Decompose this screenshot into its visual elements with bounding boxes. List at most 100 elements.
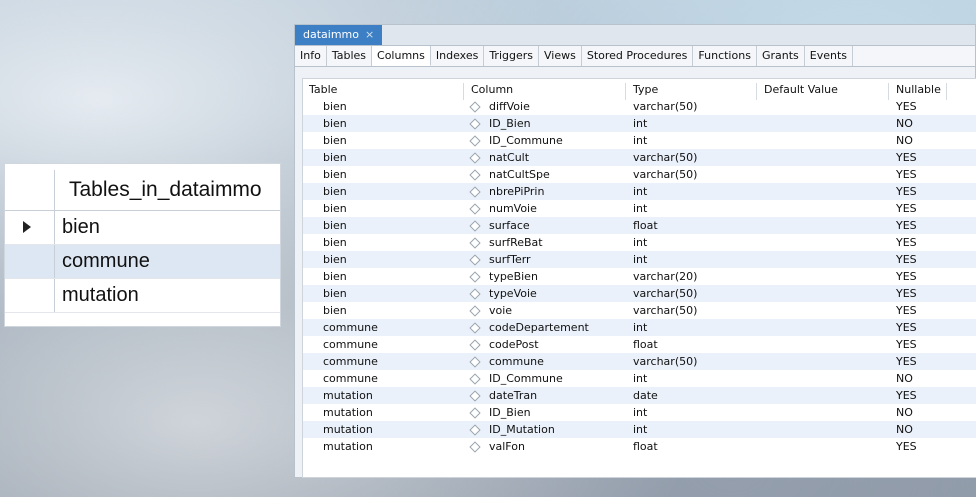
cell-table[interactable]: bien xyxy=(323,268,347,285)
table-row[interactable]: bien typeBien varchar(20) YES xyxy=(303,268,976,285)
cell-table[interactable]: bien xyxy=(323,285,347,302)
table-row[interactable]: bien surface float YES xyxy=(303,217,976,234)
tab-indexes[interactable]: Indexes xyxy=(430,46,485,66)
table-row[interactable]: mutation ID_Bien int NO xyxy=(303,404,976,421)
table-row[interactable]: commune codePost float YES xyxy=(303,336,976,353)
cell-type[interactable]: float xyxy=(633,336,658,353)
cell-column[interactable]: nbrePiPrin xyxy=(489,183,544,200)
cell-nullable[interactable]: YES xyxy=(896,251,917,268)
cell-table[interactable]: bien xyxy=(323,200,347,217)
table-row[interactable]: bien surfReBat int YES xyxy=(303,234,976,251)
table-row[interactable]: bien xyxy=(5,211,280,245)
table-cell[interactable]: bien xyxy=(62,211,100,244)
cell-column[interactable]: valFon xyxy=(489,438,525,455)
tab-columns[interactable]: Columns xyxy=(372,46,431,66)
document-tab-dataimmo[interactable]: dataimmo × xyxy=(295,25,383,45)
cell-nullable[interactable]: YES xyxy=(896,438,917,455)
cell-table[interactable]: bien xyxy=(323,234,347,251)
table-row[interactable]: bien diffVoie varchar(50) YES xyxy=(303,98,976,115)
table-row[interactable]: bien surfTerr int YES xyxy=(303,251,976,268)
table-row[interactable]: bien numVoie int YES xyxy=(303,200,976,217)
cell-nullable[interactable]: NO xyxy=(896,421,913,438)
table-row[interactable]: commune codeDepartement int YES xyxy=(303,319,976,336)
cell-nullable[interactable]: YES xyxy=(896,302,917,319)
table-row[interactable]: mutation valFon float YES xyxy=(303,438,976,455)
table-row[interactable]: commune xyxy=(5,245,280,279)
cell-type[interactable]: varchar(50) xyxy=(633,285,697,302)
header-default-value[interactable]: Default Value xyxy=(764,81,838,98)
cell-table[interactable]: bien xyxy=(323,302,347,319)
cell-table[interactable]: bien xyxy=(323,217,347,234)
tab-views[interactable]: Views xyxy=(539,46,582,66)
cell-nullable[interactable]: YES xyxy=(896,387,917,404)
table-cell[interactable]: mutation xyxy=(62,279,139,312)
cell-type[interactable]: float xyxy=(633,217,658,234)
cell-nullable[interactable]: NO xyxy=(896,115,913,132)
cell-nullable[interactable]: YES xyxy=(896,98,917,115)
cell-type[interactable]: varchar(50) xyxy=(633,98,697,115)
tab-tables[interactable]: Tables xyxy=(326,46,373,66)
cell-nullable[interactable]: YES xyxy=(896,217,917,234)
cell-table[interactable]: bien xyxy=(323,98,347,115)
cell-nullable[interactable]: YES xyxy=(896,353,917,370)
tab-stored-procedures[interactable]: Stored Procedures xyxy=(581,46,694,66)
row-selector[interactable] xyxy=(5,279,55,312)
cell-table[interactable]: bien xyxy=(323,251,347,268)
cell-type[interactable]: date xyxy=(633,387,658,404)
cell-column[interactable]: voie xyxy=(489,302,512,319)
cell-column[interactable]: dateTran xyxy=(489,387,537,404)
table-row[interactable]: mutation ID_Mutation int NO xyxy=(303,421,976,438)
cell-table[interactable]: bien xyxy=(323,132,347,149)
cell-table[interactable]: mutation xyxy=(323,438,373,455)
cell-type[interactable]: float xyxy=(633,438,658,455)
cell-column[interactable]: natCult xyxy=(489,149,529,166)
table-cell[interactable]: commune xyxy=(62,245,150,278)
tab-grants[interactable]: Grants xyxy=(756,46,805,66)
cell-table[interactable]: commune xyxy=(323,370,378,387)
cell-table[interactable]: mutation xyxy=(323,404,373,421)
column-header-tables[interactable]: Tables_in_dataimmo xyxy=(69,170,262,210)
table-row[interactable]: commune ID_Commune int NO xyxy=(303,370,976,387)
cell-column[interactable]: ID_Mutation xyxy=(489,421,555,438)
tab-functions[interactable]: Functions xyxy=(693,46,757,66)
cell-type[interactable]: int xyxy=(633,234,647,251)
cell-type[interactable]: int xyxy=(633,132,647,149)
cell-type[interactable]: varchar(50) xyxy=(633,302,697,319)
close-icon[interactable]: × xyxy=(365,25,374,45)
cell-column[interactable]: typeVoie xyxy=(489,285,537,302)
cell-column[interactable]: diffVoie xyxy=(489,98,530,115)
cell-table[interactable]: bien xyxy=(323,166,347,183)
cell-table[interactable]: bien xyxy=(323,149,347,166)
table-row[interactable]: bien ID_Bien int NO xyxy=(303,115,976,132)
table-row[interactable]: mutation dateTran date YES xyxy=(303,387,976,404)
table-row[interactable]: bien nbrePiPrin int YES xyxy=(303,183,976,200)
cell-table[interactable]: commune xyxy=(323,353,378,370)
cell-type[interactable]: varchar(50) xyxy=(633,353,697,370)
cell-type[interactable]: int xyxy=(633,319,647,336)
cell-nullable[interactable]: NO xyxy=(896,370,913,387)
cell-table[interactable]: commune xyxy=(323,319,378,336)
cell-column[interactable]: ID_Bien xyxy=(489,115,531,132)
cell-type[interactable]: int xyxy=(633,404,647,421)
cell-nullable[interactable]: NO xyxy=(896,132,913,149)
cell-nullable[interactable]: NO xyxy=(896,404,913,421)
tab-info[interactable]: Info xyxy=(295,46,327,66)
header-type[interactable]: Type xyxy=(633,81,658,98)
cell-column[interactable]: numVoie xyxy=(489,200,537,217)
cell-column[interactable]: surfReBat xyxy=(489,234,543,251)
cell-type[interactable]: int xyxy=(633,421,647,438)
cell-nullable[interactable]: YES xyxy=(896,319,917,336)
table-row[interactable]: bien natCultSpe varchar(50) YES xyxy=(303,166,976,183)
header-table[interactable]: Table xyxy=(309,81,337,98)
table-row[interactable]: bien ID_Commune int NO xyxy=(303,132,976,149)
table-row[interactable]: bien natCult varchar(50) YES xyxy=(303,149,976,166)
cell-column[interactable]: surface xyxy=(489,217,530,234)
header-column[interactable]: Column xyxy=(471,81,513,98)
cell-table[interactable]: bien xyxy=(323,183,347,200)
cell-column[interactable]: natCultSpe xyxy=(489,166,550,183)
row-selector[interactable] xyxy=(5,245,55,278)
cell-nullable[interactable]: YES xyxy=(896,336,917,353)
cell-nullable[interactable]: YES xyxy=(896,268,917,285)
cell-type[interactable]: int xyxy=(633,115,647,132)
cell-column[interactable]: codePost xyxy=(489,336,539,353)
